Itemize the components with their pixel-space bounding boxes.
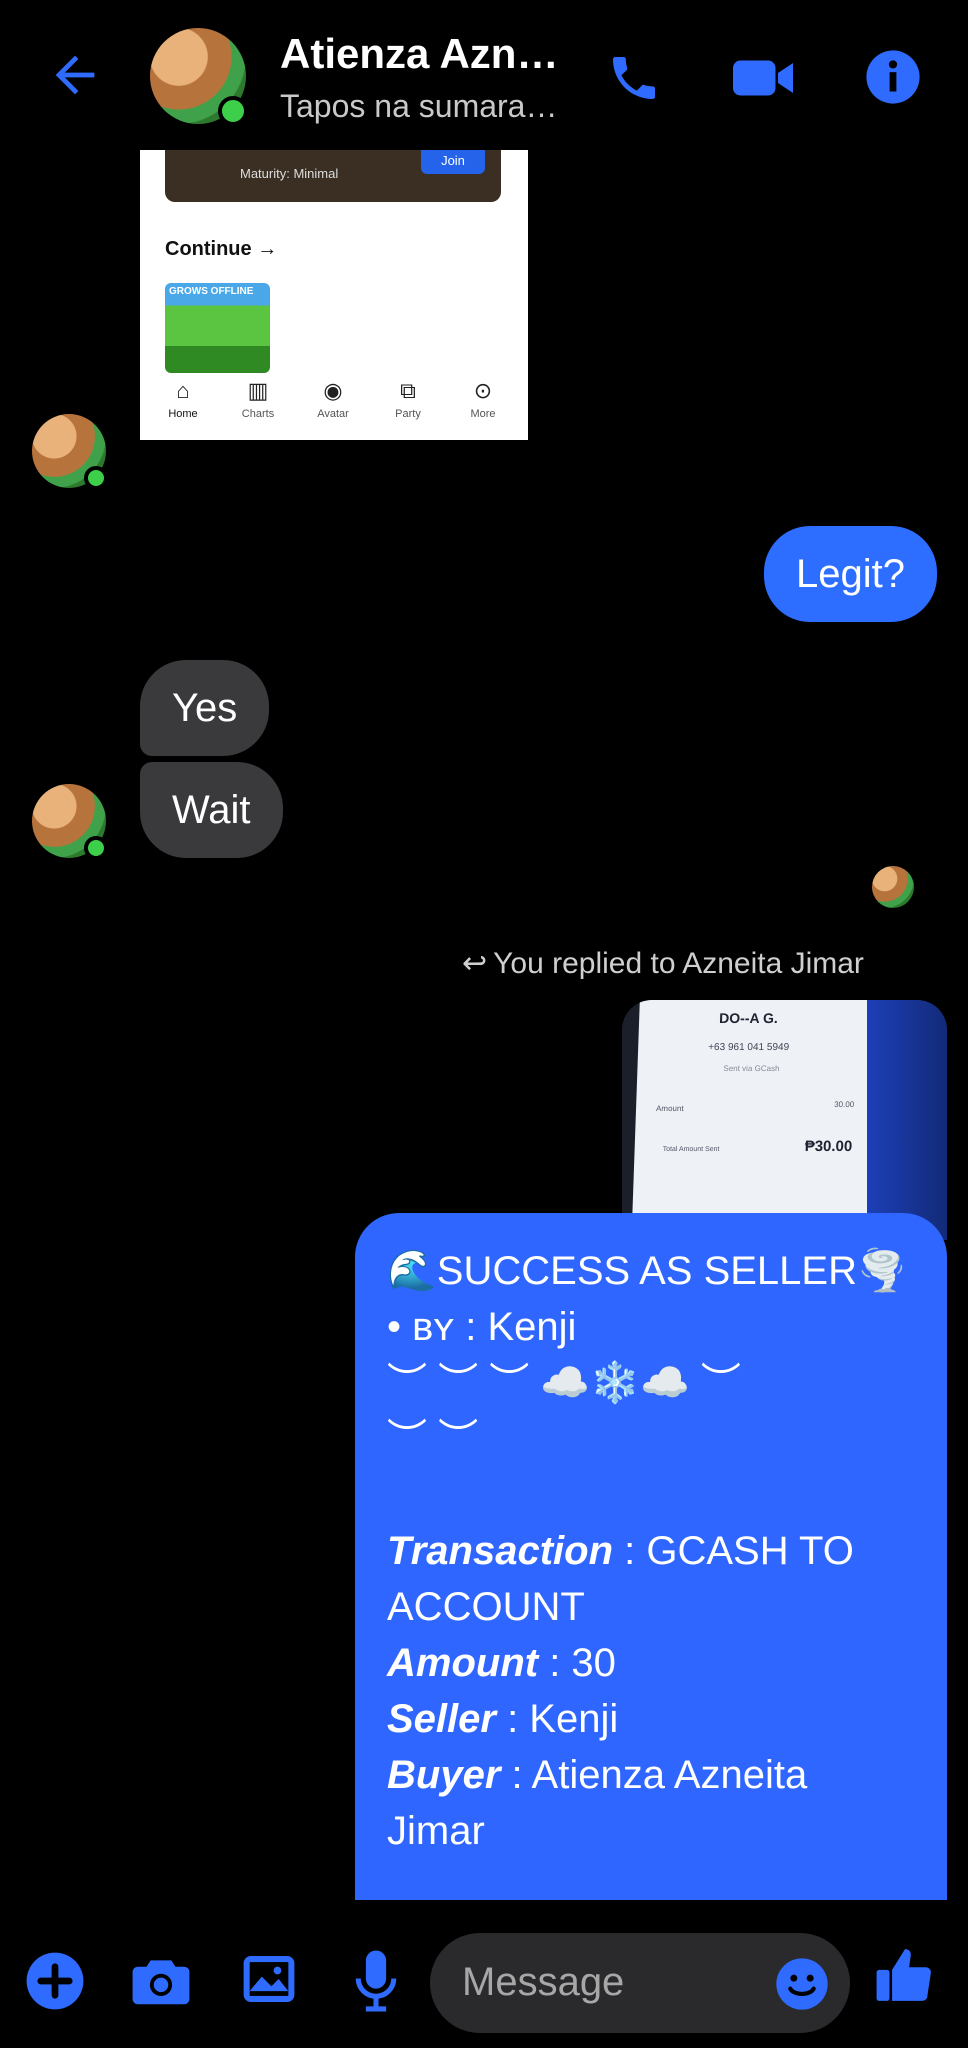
camera-icon[interactable] [130,1952,192,2015]
amount-value: 30.00 [834,1100,855,1109]
seller-line: Seller : Kenji [387,1691,915,1747]
decor-line: ︶ ︶ ︶ ☁️❄️☁️ ︶ [387,1361,741,1405]
home-icon: ⌂ [176,378,190,403]
back-arrow-icon[interactable] [46,46,104,109]
decor-line: ︶ ︶ [387,1417,479,1461]
nav-more: ⊙ More [448,378,518,420]
video-camera-icon[interactable] [730,48,796,113]
amount-label: Amount [387,1641,539,1685]
banner-text: Maturity: Minimal [240,166,339,181]
shared-image-message[interactable]: Maturity: Minimal Join Continue → GROWS … [140,150,528,440]
transaction-line: Transaction : GCASH TO ACCOUNT [387,1523,915,1635]
join-button: Join [421,150,485,174]
online-status-dot [84,836,108,860]
total-value: ₱30.00 [804,1138,853,1155]
game-thumbnail-label: GROWS OFFLINE [169,286,254,297]
game-banner: Maturity: Minimal Join [165,150,501,202]
contact-status: Tapos na sumara… [280,88,558,124]
nav-avatar: ◉ Avatar [298,378,368,420]
emoji-icon[interactable] [774,1956,830,2017]
thumbs-up-icon[interactable] [874,1944,936,2011]
game-thumbnail: GROWS OFFLINE [165,283,270,373]
reply-note-text: You replied to Azneita Jimar [493,947,864,980]
nav-label: More [470,408,496,420]
online-status-dot [218,96,248,126]
chat-header: Atienza Azn… Tapos na sumara… [0,0,968,150]
plus-icon[interactable] [24,1950,86,2017]
message-placeholder: Message [462,1960,625,2004]
buyer-label: Buyer [387,1753,501,1797]
incoming-message[interactable]: Yes [140,660,270,756]
receipt-image-message[interactable]: DO--A G. +63 961 041 5949 Sent via GCash… [622,1000,947,1240]
contact-name[interactable]: Atienza Azn… [280,30,558,78]
seller-label: Seller [387,1697,496,1741]
receipt-background [867,1000,947,1240]
buyer-line: Buyer : Atienza Azneita Jimar [387,1747,915,1859]
nav-label: Avatar [317,408,349,420]
amount-line: Amount : 30 [387,1635,915,1691]
nav-party: ⧉ Party [373,378,443,420]
receipt-name: DO--A G. [718,1010,779,1026]
receipt-paper: DO--A G. +63 961 041 5949 Sent via GCash… [632,1000,880,1220]
phone-icon[interactable] [606,50,662,111]
gallery-icon[interactable] [240,1950,298,2013]
nav-home: ⌂ Home [148,378,218,420]
incoming-message[interactable]: Wait [140,762,283,858]
more-icon: ⊙ [473,378,493,403]
nav-label: Party [395,408,421,420]
message-by-line: • ʙʏ : Kenji [387,1305,577,1349]
info-icon[interactable] [864,48,922,111]
seller-value: : Kenji [495,1697,619,1741]
seen-receipt-avatar [872,866,914,908]
party-icon: ⧉ [400,378,416,403]
outgoing-transaction-message[interactable]: 🌊SUCCESS AS SELLER🌪️ • ʙʏ : Kenji ︶ ︶ ︶ … [355,1213,947,1903]
receipt-sent-via: Sent via GCash [723,1064,780,1073]
avatar-icon: ◉ [323,378,343,403]
amount-value: : 30 [538,1641,616,1685]
continue-heading: Continue → [165,238,278,260]
reply-arrow-icon: ↩ [462,947,488,980]
total-label: Total Amount Sent [662,1146,720,1153]
nav-label: Charts [241,408,275,420]
charts-icon: ▥ [247,378,269,403]
transaction-label: Transaction [387,1529,613,1573]
receipt-number: +63 961 041 5949 [707,1042,790,1053]
mic-icon[interactable] [350,1948,402,2019]
message-title: 🌊SUCCESS AS SELLER🌪️ [387,1249,907,1293]
outgoing-message[interactable]: Legit? [764,526,937,622]
amount-label: Amount [655,1104,684,1113]
online-status-dot [84,466,108,490]
nav-label: Home [168,408,198,420]
nav-charts: ▥ Charts [223,378,293,420]
reply-indicator: ↩ You replied to Azneita Jimar [462,946,864,981]
